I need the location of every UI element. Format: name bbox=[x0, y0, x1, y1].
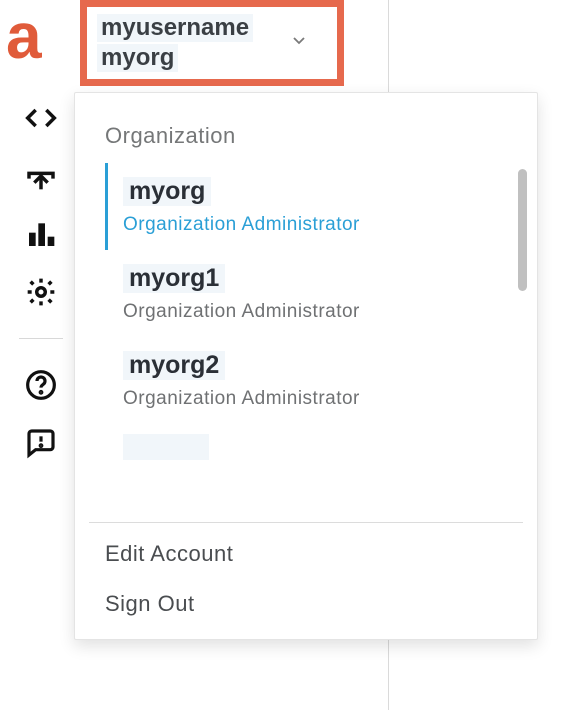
sign-out-link[interactable]: Sign Out bbox=[105, 591, 537, 617]
org-name-placeholder bbox=[123, 434, 209, 460]
chart-icon[interactable] bbox=[23, 216, 59, 252]
org-role: Organization Administrator bbox=[123, 301, 507, 323]
org-item-partial[interactable] bbox=[105, 424, 507, 470]
sidebar-separator bbox=[19, 338, 63, 339]
help-icon[interactable] bbox=[23, 367, 59, 403]
scrollbar-thumb[interactable] bbox=[518, 169, 527, 291]
account-labels: myusername myorg bbox=[97, 14, 253, 72]
org-name: myorg2 bbox=[123, 351, 225, 380]
username-label: myusername bbox=[97, 14, 253, 42]
org-role: Organization Administrator bbox=[123, 214, 507, 236]
app-logo: a bbox=[6, 4, 40, 68]
divider bbox=[388, 640, 389, 710]
sidebar-nav bbox=[14, 100, 68, 461]
chevron-down-icon bbox=[289, 31, 309, 56]
feedback-icon[interactable] bbox=[23, 425, 59, 461]
org-item-myorg2[interactable]: myorg2 Organization Administrator bbox=[105, 337, 507, 424]
current-org-label: myorg bbox=[97, 44, 178, 72]
org-item-myorg[interactable]: myorg Organization Administrator bbox=[105, 163, 507, 250]
settings-icon[interactable] bbox=[23, 274, 59, 310]
org-item-myorg1[interactable]: myorg1 Organization Administrator bbox=[105, 250, 507, 337]
org-list: myorg Organization Administrator myorg1 … bbox=[75, 163, 537, 514]
dropdown-section-label: Organization bbox=[75, 123, 537, 163]
account-dropdown: Organization myorg Organization Administ… bbox=[74, 92, 538, 640]
edit-account-link[interactable]: Edit Account bbox=[105, 541, 537, 567]
divider bbox=[388, 0, 389, 96]
upload-icon[interactable] bbox=[23, 158, 59, 194]
org-name: myorg bbox=[123, 177, 211, 206]
dropdown-footer: Edit Account Sign Out bbox=[75, 523, 537, 639]
org-name: myorg1 bbox=[123, 264, 225, 293]
org-role: Organization Administrator bbox=[123, 388, 507, 410]
code-icon[interactable] bbox=[23, 100, 59, 136]
account-switcher-trigger[interactable]: myusername myorg bbox=[80, 0, 344, 86]
